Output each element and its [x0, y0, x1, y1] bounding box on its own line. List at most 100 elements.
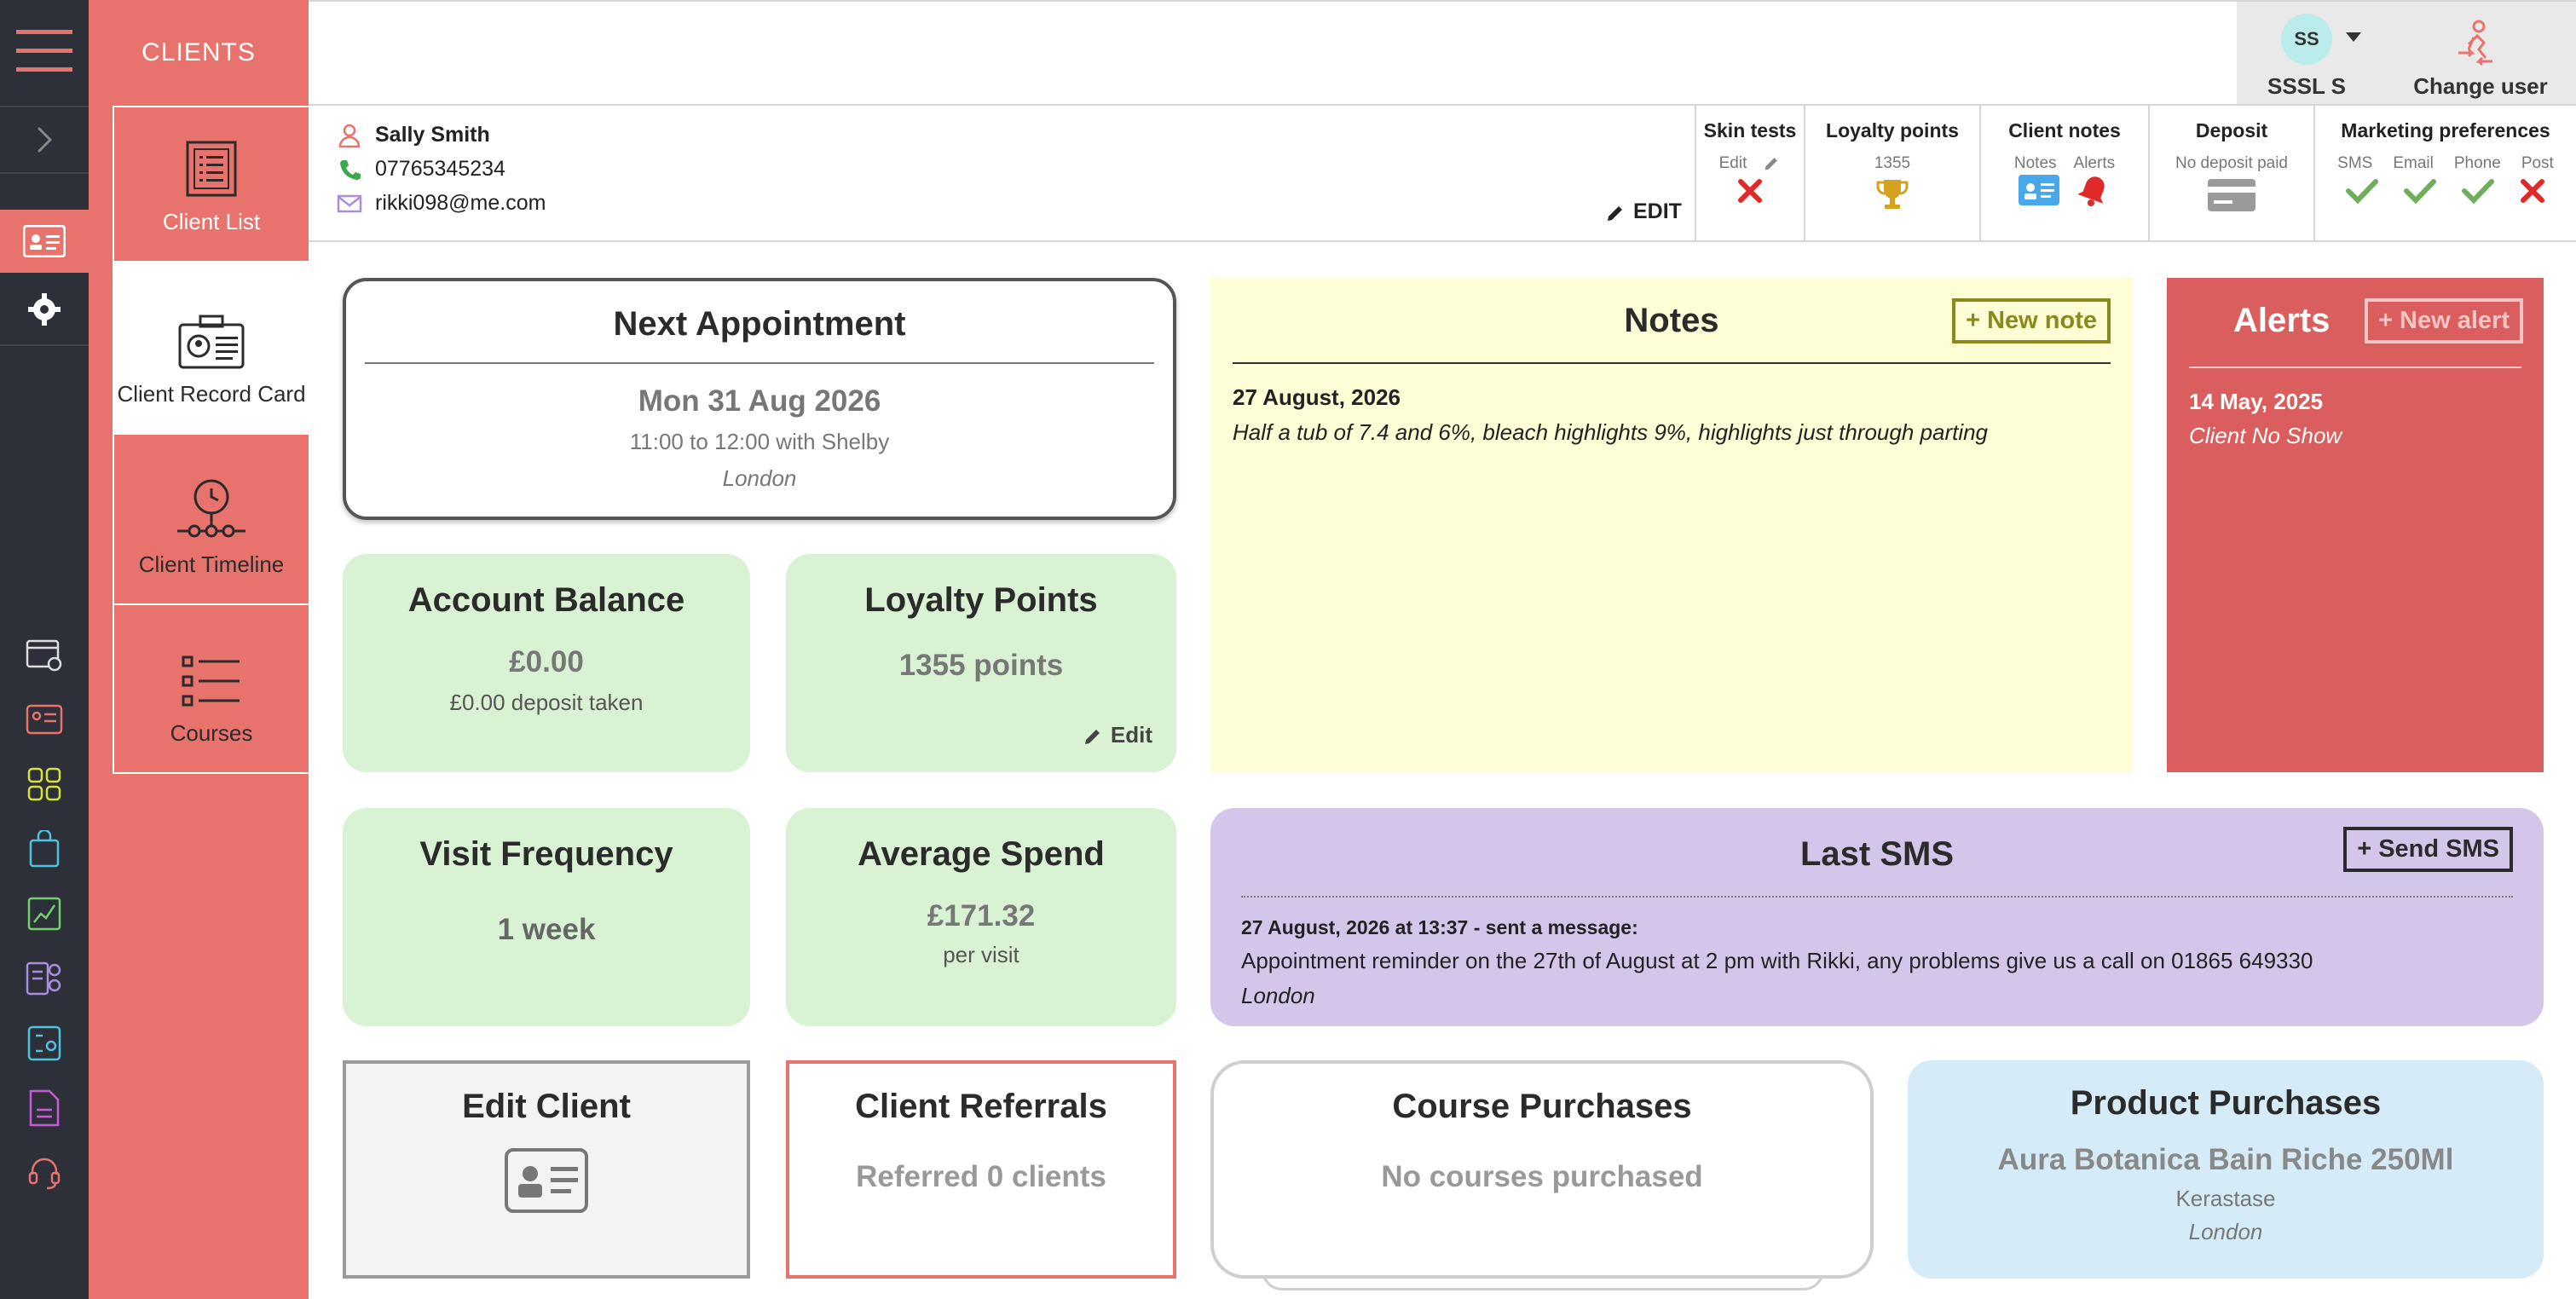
- skin-tests-edit-label: Edit: [1718, 154, 1747, 172]
- average-spend-value: £171.32: [927, 899, 1036, 932]
- course-purchases-title: Course Purchases: [1392, 1088, 1692, 1125]
- course-purchases-card[interactable]: Course Purchases No courses purchased: [1210, 1060, 1874, 1279]
- appointment-location: London: [722, 465, 797, 491]
- alert-text: Client No Show: [2189, 423, 2342, 448]
- client-phone-row: 07765345234: [334, 157, 505, 182]
- note-date: 27 August, 2026: [1233, 384, 1401, 410]
- loyalty-edit-button[interactable]: Edit: [1083, 722, 1152, 748]
- account-balance-value: £0.00: [509, 645, 584, 678]
- phone-icon: [340, 159, 361, 180]
- user-dropdown-caret-icon[interactable]: [2346, 32, 2361, 42]
- record-card-icon: [178, 315, 245, 369]
- marketing-email-label: Email: [2393, 154, 2434, 172]
- phone-check-icon: [2462, 179, 2494, 204]
- nav-client-list[interactable]: Client List: [114, 106, 309, 261]
- client-referrals-title: Client Referrals: [855, 1088, 1107, 1125]
- services-grid-icon[interactable]: [0, 760, 89, 808]
- client-email-row: rikki098@me.com: [334, 191, 546, 216]
- change-user-icon[interactable]: [2455, 19, 2496, 68]
- staff-icon[interactable]: [0, 955, 89, 1002]
- pencil-icon: [1765, 158, 1778, 170]
- nav-client-record-card[interactable]: Client Record Card: [114, 261, 309, 433]
- edit-client-details-button[interactable]: EDIT: [1606, 199, 1682, 224]
- settings-gear-icon[interactable]: [0, 281, 89, 338]
- loyalty-edit-label: Edit: [1110, 722, 1152, 748]
- pencil-icon: [1608, 205, 1622, 221]
- alerts-title: Alerts: [2233, 302, 2331, 339]
- client-email[interactable]: rikki098@me.com: [375, 191, 546, 216]
- loyalty-points-card[interactable]: Loyalty Points 1355 points Edit: [786, 554, 1176, 772]
- deposit-title: Deposit: [2195, 119, 2268, 141]
- client-referrals-card[interactable]: Client Referrals Referred 0 clients: [786, 1060, 1176, 1279]
- marketing-post-label: Post: [2521, 154, 2554, 172]
- alerts-card: Alerts + New alert 14 May, 2025 Client N…: [2167, 278, 2544, 772]
- nav-client-list-label: Client List: [162, 209, 261, 234]
- main-rail: [0, 0, 89, 1299]
- app-root: CLIENTS Client List Client Record Card C…: [0, 0, 2576, 1299]
- course-purchases-value: No courses purchased: [1381, 1160, 1703, 1193]
- product-purchases-card[interactable]: Product Purchases Aura Botanica Bain Ric…: [1908, 1060, 2544, 1279]
- trophy-icon: [1876, 180, 1909, 209]
- support-headset-icon[interactable]: [0, 1149, 89, 1197]
- client-notes-notes-label: Notes: [2013, 154, 2057, 172]
- document-icon[interactable]: [0, 1084, 89, 1132]
- products-bag-icon[interactable]: [0, 825, 89, 873]
- loyalty-card-title: Loyalty Points: [864, 581, 1098, 619]
- client-notes-panel: Client notes Notes Alerts: [1979, 106, 2148, 242]
- loyalty-points-title: Loyalty points: [1826, 119, 1959, 141]
- user-menu[interactable]: SS SSSL S Change user: [2237, 2, 2576, 104]
- sms-meta: 27 August, 2026 at 13:37 - sent a messag…: [1241, 916, 1638, 938]
- calendar-icon[interactable]: [0, 631, 89, 678]
- alert-bell-icon[interactable]: [2076, 173, 2111, 207]
- client-info-bar: Sally Smith 07765345234 rikki098@me.com …: [309, 106, 2576, 242]
- visit-frequency-card[interactable]: Visit Frequency 1 week: [343, 808, 750, 1026]
- post-cross-icon: [2521, 179, 2544, 203]
- next-appointment-title: Next Appointment: [613, 305, 906, 343]
- reports-chart-icon[interactable]: [0, 890, 89, 938]
- new-alert-button[interactable]: + New alert: [2365, 298, 2523, 344]
- clients-card-icon[interactable]: [0, 210, 89, 273]
- credit-card-icon: [2208, 179, 2255, 211]
- skin-tests-title: Skin tests: [1703, 119, 1797, 141]
- alert-date: 14 May, 2025: [2189, 389, 2324, 414]
- edit-link-label: EDIT: [1633, 199, 1682, 223]
- account-balance-title: Account Balance: [407, 581, 685, 619]
- next-appointment-card[interactable]: Next Appointment Mon 31 Aug 2026 11:00 t…: [343, 278, 1176, 520]
- skin-tests-panel: Skin tests Edit: [1695, 106, 1804, 242]
- nav-courses-label: Courses: [170, 720, 253, 746]
- client-phone[interactable]: 07765345234: [375, 157, 505, 182]
- product-purchases-title: Product Purchases: [2070, 1084, 2382, 1122]
- nav-client-timeline[interactable]: Client Timeline: [114, 433, 309, 603]
- client-notes-title: Client notes: [2008, 119, 2121, 141]
- account-balance-card[interactable]: Account Balance £0.00 £0.00 deposit take…: [343, 554, 750, 772]
- hamburger-menu-icon[interactable]: [0, 17, 89, 85]
- loyalty-points-value: 1355: [1874, 154, 1911, 172]
- sms-text: Appointment reminder on the 27th of Augu…: [1241, 948, 2313, 973]
- user-name: SSSL S: [2267, 73, 2346, 99]
- change-user-button[interactable]: Change user: [2385, 73, 2576, 100]
- client-referrals-value: Referred 0 clients: [856, 1160, 1106, 1193]
- loyalty-card-value: 1355 points: [898, 649, 1064, 682]
- skin-tests-edit[interactable]: Edit: [1696, 154, 1804, 173]
- person-icon: [338, 124, 361, 147]
- sms-check-icon: [2346, 179, 2378, 204]
- average-spend-card[interactable]: Average Spend £171.32 per visit: [786, 808, 1176, 1026]
- send-sms-button[interactable]: + Send SMS: [2343, 827, 2513, 872]
- till-icon[interactable]: [0, 1019, 89, 1067]
- product-location: London: [2188, 1219, 2263, 1244]
- timeline-icon: [177, 479, 245, 538]
- client-list-icon[interactable]: [0, 696, 89, 743]
- new-note-button[interactable]: + New note: [1952, 298, 2111, 344]
- client-notes-alerts-label: Alerts: [2073, 154, 2116, 172]
- email-check-icon: [2404, 179, 2436, 204]
- user-avatar[interactable]: SS: [2281, 14, 2332, 65]
- note-text: Half a tub of 7.4 and 6%, bleach highlig…: [1233, 419, 1989, 445]
- pencil-icon: [1084, 729, 1100, 744]
- notes-card-icon[interactable]: [2018, 174, 2060, 206]
- marketing-title: Marketing preferences: [2341, 119, 2550, 141]
- edit-client-card[interactable]: Edit Client: [343, 1060, 750, 1279]
- deposit-value: No deposit paid: [2175, 154, 2289, 172]
- clients-section-title: CLIENTS: [89, 0, 309, 106]
- expand-chevron-icon[interactable]: [0, 107, 89, 172]
- nav-courses[interactable]: Courses: [114, 603, 309, 774]
